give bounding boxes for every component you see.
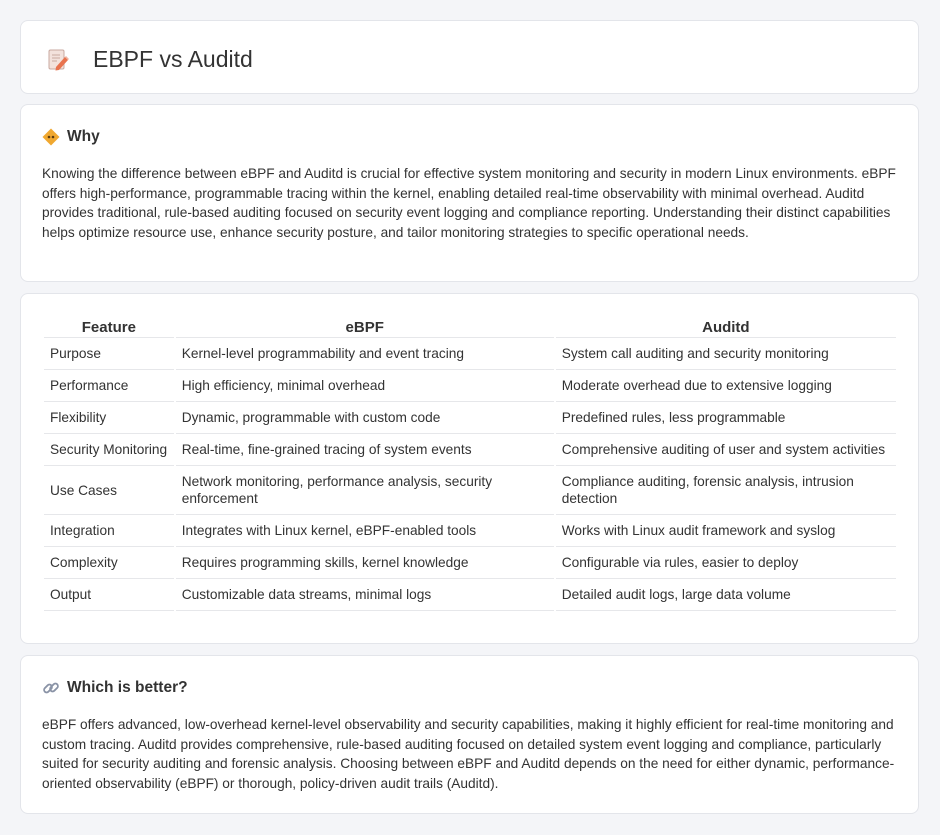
- better-card: Which is better? eBPF offers advanced, l…: [20, 655, 919, 814]
- auditd-cell: Predefined rules, less programmable: [555, 402, 896, 434]
- feature-cell: Flexibility: [44, 402, 174, 434]
- better-heading: Which is better?: [42, 679, 188, 697]
- feature-cell: Performance: [44, 370, 174, 402]
- table-row: Complexity Requires programming skills, …: [44, 547, 896, 579]
- feature-cell: Integration: [44, 515, 174, 547]
- why-card: Why Knowing the difference between eBPF …: [20, 104, 919, 282]
- ebpf-cell: Customizable data streams, minimal logs: [175, 579, 554, 611]
- feature-cell: Use Cases: [44, 466, 174, 515]
- table-row: Performance High efficiency, minimal ove…: [44, 370, 896, 402]
- why-heading: Why: [42, 128, 100, 146]
- document-pencil-icon: [47, 48, 69, 72]
- diamond-warning-icon: [42, 128, 60, 146]
- column-header-feature: Feature: [44, 316, 174, 338]
- ebpf-cell: High efficiency, minimal overhead: [175, 370, 554, 402]
- table-row: Use Cases Network monitoring, performanc…: [44, 466, 896, 515]
- feature-cell: Complexity: [44, 547, 174, 579]
- ebpf-cell: Network monitoring, performance analysis…: [175, 466, 554, 515]
- comparison-table: Feature eBPF Auditd Purpose Kernel-level…: [42, 316, 898, 611]
- table-row: Purpose Kernel-level programmability and…: [44, 338, 896, 370]
- auditd-cell: Configurable via rules, easier to deploy: [555, 547, 896, 579]
- auditd-cell: Works with Linux audit framework and sys…: [555, 515, 896, 547]
- ebpf-cell: Kernel-level programmability and event t…: [175, 338, 554, 370]
- auditd-cell: Detailed audit logs, large data volume: [555, 579, 896, 611]
- ebpf-cell: Integrates with Linux kernel, eBPF-enabl…: [175, 515, 554, 547]
- header-card: EBPF vs Auditd: [20, 20, 919, 94]
- auditd-cell: Moderate overhead due to extensive loggi…: [555, 370, 896, 402]
- table-row: Flexibility Dynamic, programmable with c…: [44, 402, 896, 434]
- link-icon: [42, 679, 60, 697]
- title-row: EBPF vs Auditd: [47, 46, 253, 73]
- auditd-cell: Comprehensive auditing of user and syste…: [555, 434, 896, 466]
- better-title: Which is better?: [67, 679, 188, 696]
- feature-cell: Purpose: [44, 338, 174, 370]
- table-row: Integration Integrates with Linux kernel…: [44, 515, 896, 547]
- auditd-cell: Compliance auditing, forensic analysis, …: [555, 466, 896, 515]
- page-title: EBPF vs Auditd: [93, 46, 253, 72]
- table-row: Security Monitoring Real-time, fine-grai…: [44, 434, 896, 466]
- column-header-auditd: Auditd: [555, 316, 896, 338]
- better-text: eBPF offers advanced, low-overhead kerne…: [42, 717, 895, 791]
- ebpf-cell: Dynamic, programmable with custom code: [175, 402, 554, 434]
- auditd-cell: System call auditing and security monito…: [555, 338, 896, 370]
- column-header-ebpf: eBPF: [175, 316, 554, 338]
- feature-cell: Output: [44, 579, 174, 611]
- why-title: Why: [67, 128, 100, 145]
- ebpf-cell: Real-time, fine-grained tracing of syste…: [175, 434, 554, 466]
- table-card: Feature eBPF Auditd Purpose Kernel-level…: [20, 293, 919, 644]
- table-row: Output Customizable data streams, minima…: [44, 579, 896, 611]
- ebpf-cell: Requires programming skills, kernel know…: [175, 547, 554, 579]
- table-header-row: Feature eBPF Auditd: [44, 316, 896, 338]
- feature-cell: Security Monitoring: [44, 434, 174, 466]
- why-text: Knowing the difference between eBPF and …: [42, 166, 896, 240]
